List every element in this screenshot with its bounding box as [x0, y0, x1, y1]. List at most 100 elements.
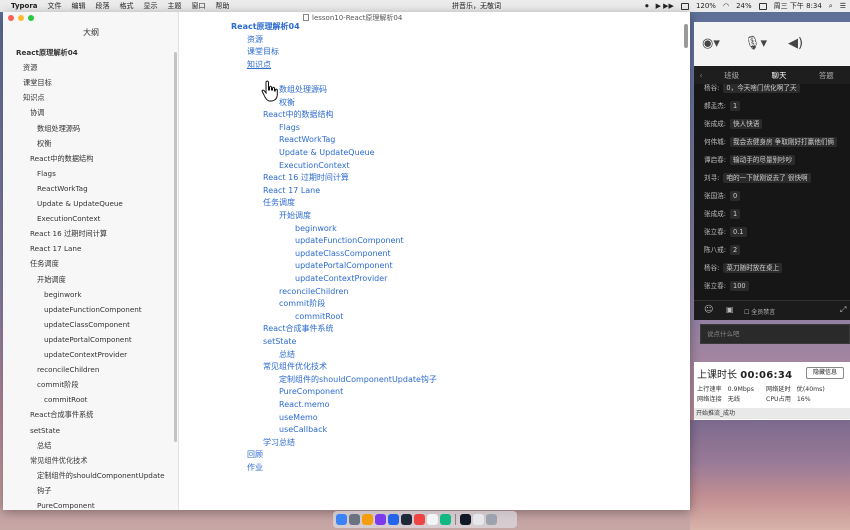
wifi-icon[interactable]: ◠ [723, 2, 729, 10]
camera-icon[interactable]: ◉▾ [702, 36, 720, 51]
terminal-icon[interactable] [401, 514, 412, 525]
toc-link[interactable]: 资源 [247, 34, 263, 47]
outline-item[interactable]: 钩子 [37, 483, 51, 498]
toc-link[interactable]: updateFunctionComponent [295, 235, 404, 248]
microphone-icon[interactable]: 🎙▾ [744, 36, 767, 51]
outline-item[interactable]: updateFunctionComponent [44, 302, 142, 317]
typora-icon[interactable] [427, 514, 438, 525]
github-icon[interactable] [375, 514, 386, 525]
toc-link[interactable]: 课堂目标 [247, 46, 279, 59]
toc-link[interactable]: PureComponent [279, 386, 343, 399]
toc-link[interactable]: ExecutionContext [279, 160, 350, 173]
outline-item[interactable]: 任务调度 [30, 256, 59, 271]
play-controls-icon[interactable]: ▶ ▶▶ [656, 2, 674, 10]
outline-item[interactable]: 协调 [30, 105, 44, 120]
search-icon[interactable]: ⌕ [829, 2, 833, 11]
finder-icon[interactable] [336, 514, 347, 525]
screen-icon[interactable] [680, 2, 689, 10]
outline-item[interactable]: Update & UpdateQueue [37, 196, 123, 211]
outline-item[interactable]: React 16 过期时间计算 [30, 226, 107, 241]
toc-link[interactable]: commit阶段 [279, 298, 325, 311]
hide-info-button[interactable]: 隐藏信息 [806, 367, 844, 379]
toc-link[interactable]: 总结 [279, 349, 295, 362]
menu-edit[interactable]: 编辑 [72, 1, 86, 11]
menu-file[interactable]: 文件 [48, 1, 62, 11]
downloads-icon[interactable] [473, 514, 484, 525]
document-scrollbar[interactable] [684, 24, 688, 48]
outline-item[interactable]: beginwork [44, 287, 82, 302]
outline-item[interactable]: updatePortalComponent [44, 332, 132, 347]
outline-item[interactable]: updateContextProvider [44, 347, 127, 362]
outline-item[interactable]: React中的数据结构 [30, 151, 93, 166]
outline-item[interactable]: 知识点 [23, 90, 45, 105]
tab-quiz[interactable]: 答题 [803, 70, 850, 81]
minimize-button[interactable] [18, 15, 24, 21]
toc-link[interactable]: updateClassComponent [295, 248, 391, 261]
outline-item[interactable]: commit阶段 [37, 377, 79, 392]
clock[interactable]: 周三 下午 8:34 [774, 1, 822, 11]
tab-chat[interactable]: 聊天 [755, 70, 802, 81]
zoom-button[interactable] [28, 15, 34, 21]
outline-item[interactable]: 定制组件的shouldComponentUpdate [37, 468, 165, 483]
outline-item[interactable]: ExecutionContext [37, 211, 100, 226]
toc-link[interactable]: commitRoot [295, 311, 343, 324]
toc-link[interactable]: 学习总结 [263, 437, 295, 450]
tab-class[interactable]: 班级 [708, 70, 755, 81]
toc-link[interactable]: 常见组件优化技术 [263, 361, 327, 374]
toc-link[interactable]: beginwork [295, 223, 337, 236]
toc-link[interactable]: 数组处理源码 [279, 84, 327, 97]
toc-link[interactable]: useMemo [279, 412, 318, 425]
toc-link[interactable]: 权衡 [279, 97, 295, 110]
emoji-icon[interactable]: ☺ [704, 305, 713, 315]
toc-link[interactable]: React 16 过期时间计算 [263, 172, 349, 185]
outline-item[interactable]: ReactWorkTag [37, 181, 88, 196]
menu-paragraph[interactable]: 段落 [96, 1, 110, 11]
menu-theme[interactable]: 主题 [168, 1, 182, 11]
chat-input[interactable]: 说点什么吧 [700, 324, 850, 344]
menu-format[interactable]: 格式 [120, 1, 134, 11]
outline-item[interactable]: 总结 [37, 438, 51, 453]
close-button[interactable] [8, 15, 14, 21]
battery-level[interactable]: 24% [736, 2, 752, 10]
menu-window[interactable]: 窗口 [192, 1, 206, 11]
outline-item[interactable]: React合成事件系统 [30, 407, 93, 422]
image-icon[interactable]: ▣ [726, 305, 734, 314]
outline-item[interactable]: commitRoot [44, 392, 87, 407]
netease-music-icon[interactable] [414, 514, 425, 525]
toc-link[interactable]: 开始调度 [279, 210, 311, 223]
toc-link[interactable]: React 17 Lane [263, 185, 320, 198]
toc-link[interactable]: updateContextProvider [295, 273, 387, 286]
toc-link[interactable]: 定制组件的shouldComponentUpdate钩子 [279, 374, 437, 387]
chrome-icon[interactable] [362, 514, 373, 525]
toc-link[interactable]: 任务调度 [263, 197, 295, 210]
outline-scrollbar[interactable] [174, 52, 177, 442]
outline-item[interactable]: PureComponent [37, 498, 95, 510]
zoom-level[interactable]: 120% [696, 2, 716, 10]
speaker-icon[interactable]: ◀) [788, 36, 803, 51]
outline-item[interactable]: 常见组件优化技术 [30, 453, 88, 468]
toc-link[interactable]: reconcileChildren [279, 286, 348, 299]
trash-icon[interactable] [486, 514, 497, 525]
toc-link[interactable]: useCallback [279, 424, 327, 437]
toc-link[interactable]: ReactWorkTag [279, 134, 335, 147]
toc-link[interactable]: React合成事件系统 [263, 323, 334, 336]
control-center-icon[interactable]: ☰ [840, 2, 846, 10]
outline-item[interactable]: Flags [37, 166, 56, 181]
toc-link[interactable]: 回顾 [247, 449, 263, 462]
toc-link[interactable]: setState [263, 336, 296, 349]
outline-item[interactable]: 资源 [23, 60, 37, 75]
toc-link[interactable]: React原理解析04 [231, 21, 300, 34]
outline-item[interactable]: React原理解析04 [16, 45, 78, 60]
outline-item[interactable]: 数组处理源码 [37, 121, 80, 136]
menubar-app-name[interactable]: Typora [11, 2, 38, 10]
launchpad-icon[interactable] [349, 514, 360, 525]
toc-link[interactable]: React中的数据结构 [263, 109, 334, 122]
outline-item[interactable]: updateClassComponent [44, 317, 130, 332]
outline-item[interactable]: reconcileChildren [37, 362, 99, 377]
toc-link[interactable]: Update & UpdateQueue [279, 147, 375, 160]
menu-view[interactable]: 显示 [144, 1, 158, 11]
outline-item[interactable]: 权衡 [37, 136, 51, 151]
chevron-left-icon[interactable]: ‹ [694, 71, 708, 80]
toc-link[interactable]: Flags [279, 122, 300, 135]
battery-icon[interactable] [758, 2, 767, 10]
